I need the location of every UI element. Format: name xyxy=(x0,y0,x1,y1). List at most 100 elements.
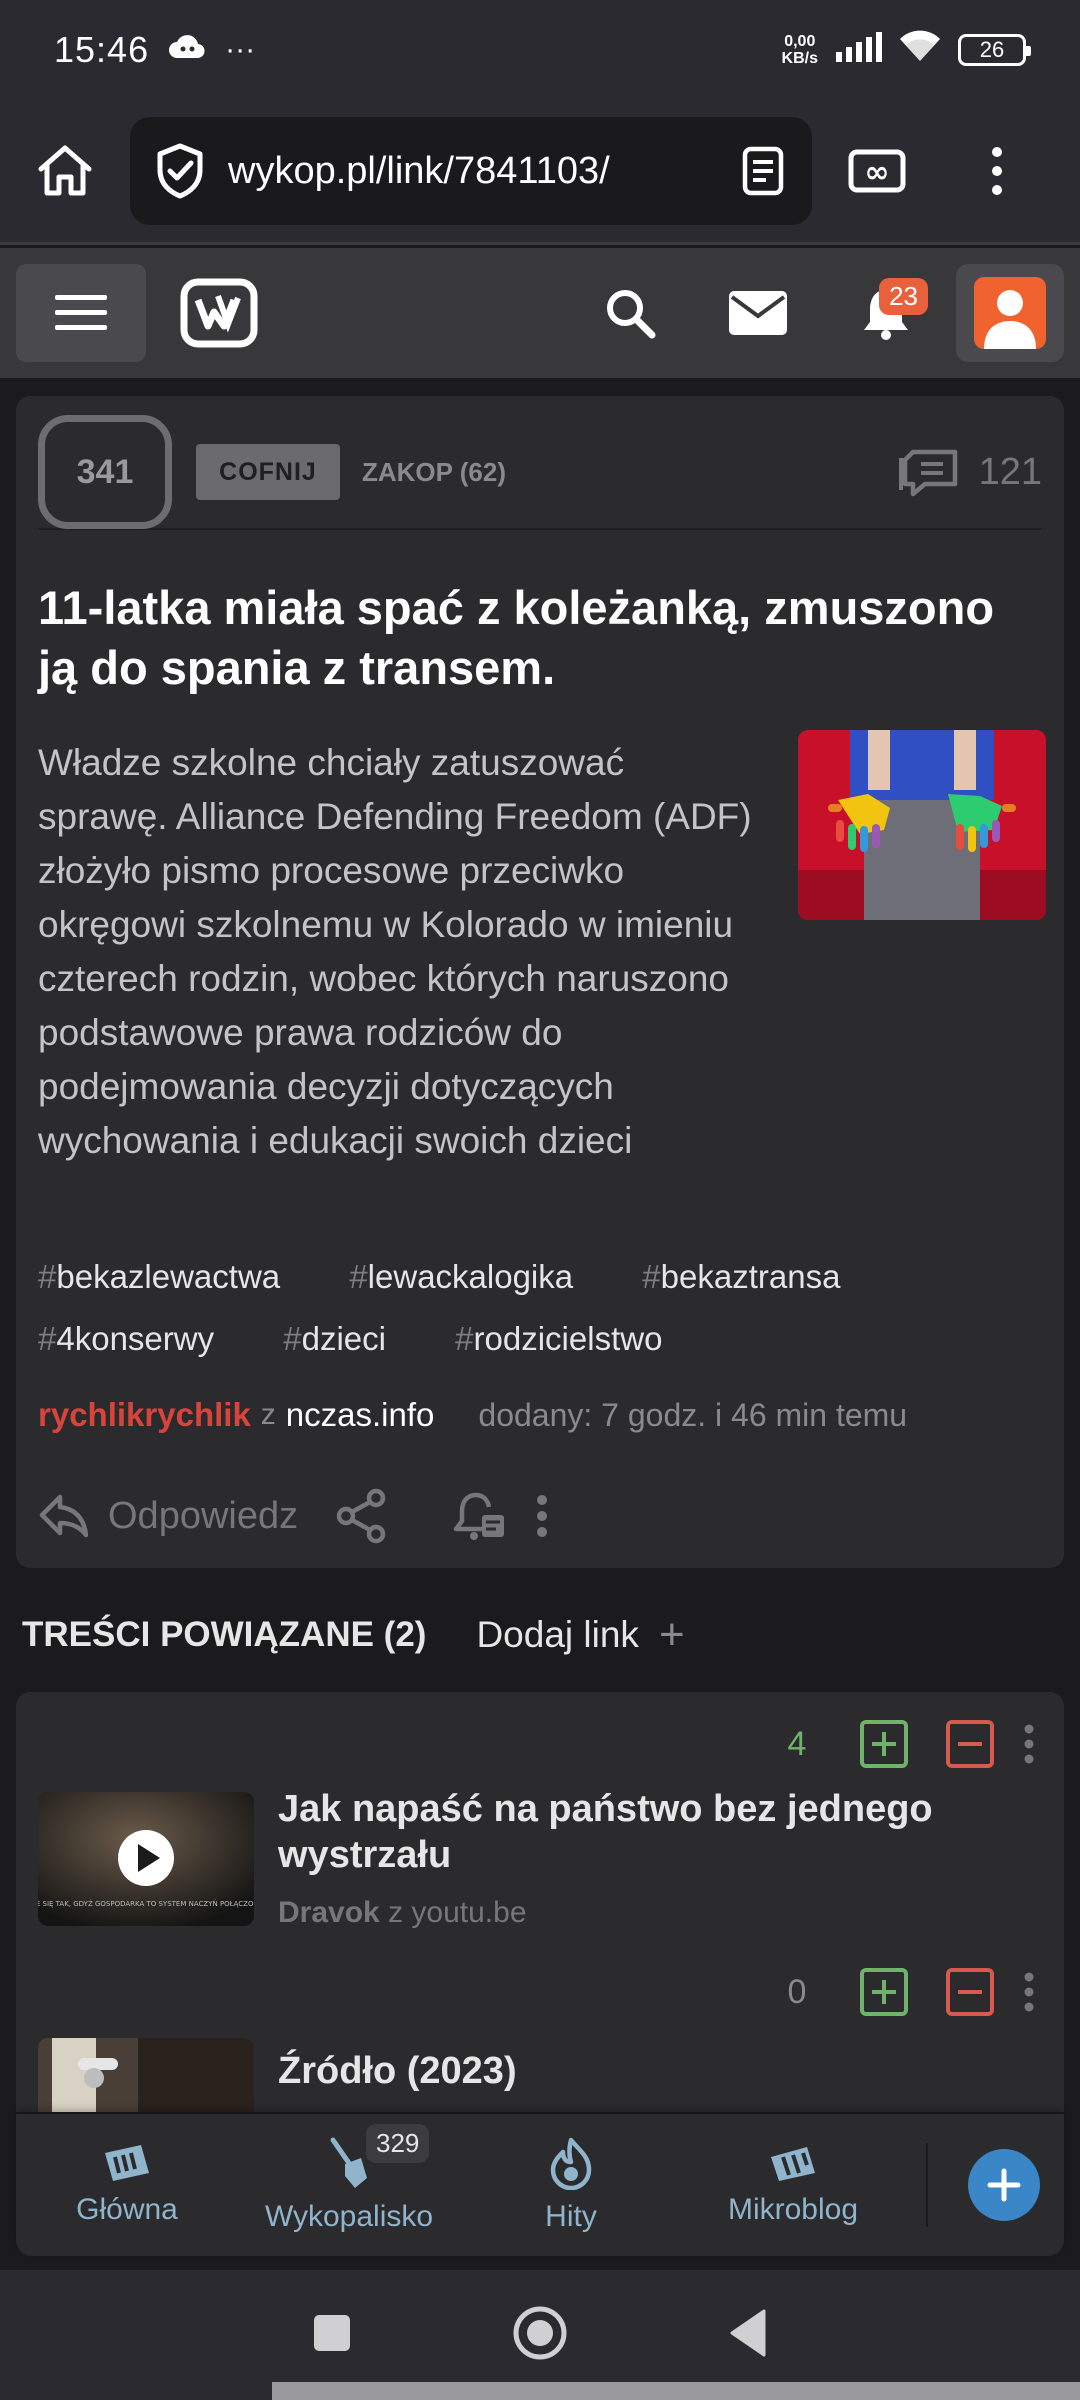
article-more-button[interactable] xyxy=(536,1494,548,1538)
source-link[interactable]: nczas.info xyxy=(286,1396,435,1434)
envelope-icon xyxy=(729,291,787,335)
microblog-icon xyxy=(771,2147,815,2181)
circle-icon xyxy=(513,2306,567,2359)
tag-item[interactable]: #dzieci xyxy=(283,1320,416,1357)
shovel-icon xyxy=(330,2137,367,2188)
article-thumbnail[interactable] xyxy=(798,730,1046,920)
from-label: z xyxy=(260,1398,276,1431)
notification-count-badge: 23 xyxy=(879,278,928,315)
signal-icon xyxy=(834,29,882,71)
cloud-icon xyxy=(167,29,207,71)
observe-button[interactable] xyxy=(452,1489,508,1543)
wykopalisko-count-badge: 329 xyxy=(366,2124,430,2163)
door-thumbnail-image xyxy=(38,2038,254,2112)
wykop-logo[interactable] xyxy=(180,278,258,348)
browser-menu-button[interactable] xyxy=(942,99,1052,244)
undo-vote-button[interactable]: COFNIJ xyxy=(196,444,340,500)
comment-count: 121 xyxy=(978,450,1042,493)
related-vote-count: 4 xyxy=(787,1724,807,1763)
nav-label: Wykopalisko xyxy=(264,2200,434,2233)
add-link-button[interactable]: Dodaj link + xyxy=(476,1610,684,1660)
browser-toolbar: wykop.pl/link/7841103/ ∞ xyxy=(0,100,1080,245)
author-link[interactable]: rychlikrychlik xyxy=(38,1396,251,1434)
reply-icon xyxy=(39,1494,88,1538)
nav-hits[interactable]: Hity xyxy=(460,2114,682,2256)
reply-label: Odpowiedz xyxy=(108,1494,299,1537)
add-content-button[interactable] xyxy=(968,2149,1040,2221)
site-header: 23 xyxy=(0,248,1080,378)
tag-item[interactable]: #4konserwy xyxy=(38,1320,244,1357)
upvote-button[interactable] xyxy=(860,1720,908,1768)
nav-microblog[interactable]: Mikroblog xyxy=(682,2114,904,2256)
downvote-button[interactable] xyxy=(946,1968,994,2016)
address-bar[interactable]: wykop.pl/link/7841103/ xyxy=(130,117,812,225)
search-icon xyxy=(607,290,656,339)
related-meta: Dravok z youtu.be xyxy=(278,1896,527,1930)
system-back-button[interactable] xyxy=(728,2309,768,2362)
vote-bar: 341 COFNIJ ZAKOP (62) 121 xyxy=(38,415,1042,530)
comments-link[interactable]: 121 xyxy=(898,446,1042,498)
search-button[interactable] xyxy=(566,264,694,362)
nav-home[interactable]: Główna xyxy=(16,2114,238,2256)
url-text[interactable]: wykop.pl/link/7841103/ xyxy=(228,150,742,193)
status-bar: 15:46 ··· 0,00 KB/s 26 xyxy=(0,0,1080,100)
notifications-button[interactable]: 23 xyxy=(822,264,950,362)
related-thumbnail[interactable]: DZIEJE SIĘ TAK, GDYŻ GOSPODARKA TO SYSTE… xyxy=(38,1792,254,1926)
nav-label: Mikroblog xyxy=(727,2193,859,2226)
related-more-button[interactable] xyxy=(994,1972,1064,2012)
related-heading: TREŚCI POWIĄZANE (2) xyxy=(22,1615,427,1654)
kebab-menu-icon xyxy=(537,1495,548,1537)
upvote-button[interactable] xyxy=(860,1968,908,2016)
tag-item[interactable]: #bekazlewactwa xyxy=(38,1258,310,1295)
article-meta: rychlikrychlik z nczas.info dodany: 7 go… xyxy=(38,1396,1058,1434)
tag-list: #bekazlewactwa #lewackalogika #bekaztran… xyxy=(38,1246,1038,1370)
home-icon xyxy=(38,145,92,196)
reply-button[interactable]: Odpowiedz xyxy=(38,1493,298,1539)
messages-button[interactable] xyxy=(694,264,822,362)
bury-button[interactable]: ZAKOP (62) xyxy=(362,457,506,488)
share-icon xyxy=(336,1488,386,1544)
tag-item[interactable]: #bekaztransa xyxy=(642,1258,870,1295)
plus-icon xyxy=(872,1980,896,2004)
browser-home-button[interactable] xyxy=(0,99,130,244)
related-title[interactable]: Źródło (2023) xyxy=(278,2048,978,2094)
more-notifications-icon: ··· xyxy=(225,33,256,66)
plus-icon xyxy=(987,2168,1021,2202)
hamburger-menu-button[interactable] xyxy=(16,264,146,362)
related-thumbnail[interactable] xyxy=(38,2038,254,2112)
share-button[interactable] xyxy=(334,1488,390,1544)
back-triangle-icon xyxy=(730,2309,766,2356)
related-vote-controls: 0 xyxy=(772,1968,1064,2016)
nav-label: Główna xyxy=(76,2193,178,2226)
reader-mode-icon[interactable] xyxy=(742,146,784,196)
nav-wykopalisko[interactable]: Wykopalisko 329 xyxy=(238,2114,460,2256)
recents-button[interactable] xyxy=(312,2313,352,2358)
tag-item[interactable]: #rodzicielstwo xyxy=(455,1320,692,1357)
user-avatar-button[interactable] xyxy=(956,264,1064,362)
hamburger-icon xyxy=(55,295,107,330)
downvote-button[interactable] xyxy=(946,1720,994,1768)
related-source[interactable]: youtu.be xyxy=(411,1896,526,1929)
avatar xyxy=(974,277,1046,349)
kebab-menu-icon xyxy=(1024,1724,1034,1764)
tabs-button[interactable]: ∞ xyxy=(812,99,942,244)
kebab-menu-icon xyxy=(1024,1972,1034,2012)
thumbnail-caption: DZIEJE SIĘ TAK, GDYŻ GOSPODARKA TO SYSTE… xyxy=(38,1899,254,1908)
vote-count[interactable]: 341 xyxy=(38,415,172,529)
system-home-button[interactable] xyxy=(512,2305,568,2366)
related-more-button[interactable] xyxy=(994,1724,1064,1764)
article-title[interactable]: 11-latka miała spać z koleżanką, zmuszon… xyxy=(38,578,1038,698)
article-description[interactable]: Władze szkolne chciały zatuszować sprawę… xyxy=(38,736,758,1168)
tag-item[interactable]: #lewackalogika xyxy=(349,1258,603,1295)
related-title[interactable]: Jak napaść na państwo bez jednego wystrz… xyxy=(278,1786,978,1878)
minus-icon xyxy=(958,1990,982,1994)
net-speed: 0,00 KB/s xyxy=(781,33,818,67)
bottom-navigation: Główna Wykopalisko 329 Hity Mikroblog xyxy=(16,2114,1064,2256)
related-author[interactable]: Dravok xyxy=(278,1896,380,1929)
battery-indicator: 26 xyxy=(958,34,1031,66)
related-header: TREŚCI POWIĄZANE (2) Dodaj link + xyxy=(22,1610,1062,1660)
comments-icon xyxy=(898,449,957,497)
tabs-icon: ∞ xyxy=(848,149,906,193)
article-actions: Odpowiedz xyxy=(38,1476,1038,1556)
square-icon xyxy=(314,2314,350,2351)
